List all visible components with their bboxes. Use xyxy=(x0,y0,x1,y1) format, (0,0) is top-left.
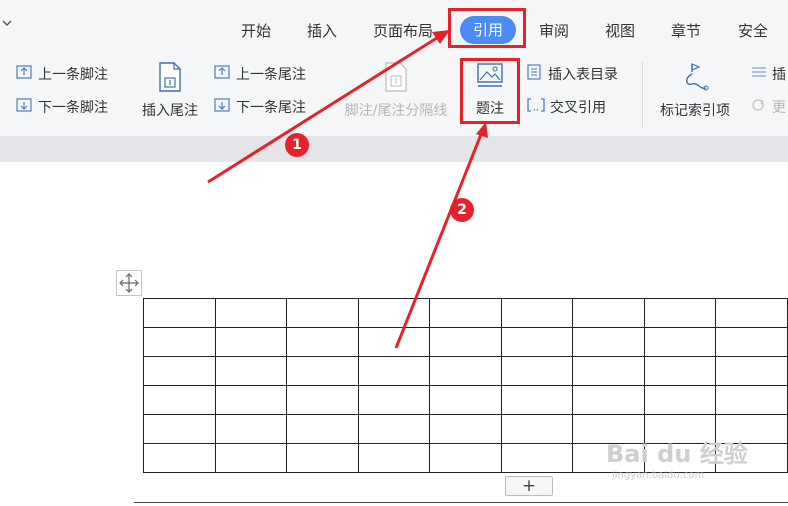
watermark-logo: Bai du 经验 xyxy=(606,440,748,468)
annotation-arrows xyxy=(207,30,488,349)
step-badge-1: 1 xyxy=(285,133,309,157)
step-badge-2: 2 xyxy=(450,198,474,222)
watermark-url: jingyan.baidu.com xyxy=(612,470,705,481)
arrow-2-line xyxy=(394,131,484,349)
arrow-1-head xyxy=(432,30,450,44)
arrow-1-line xyxy=(207,34,441,184)
arrow-2-head xyxy=(476,122,488,138)
